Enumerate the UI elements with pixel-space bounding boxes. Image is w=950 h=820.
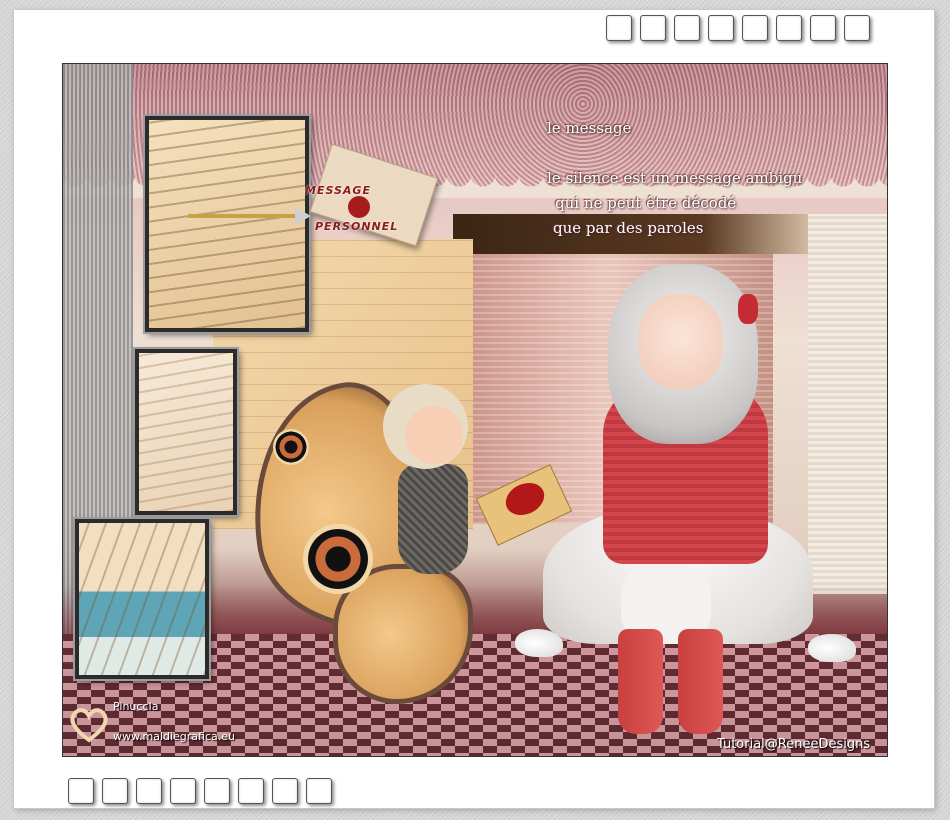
decor-square: [170, 778, 196, 804]
decor-square: [674, 15, 700, 41]
girl-face: [638, 294, 723, 389]
decor-square: [708, 15, 734, 41]
decor-square: [238, 778, 264, 804]
heart-logo-icon: [70, 708, 108, 743]
decor-square: [204, 778, 230, 804]
small-doll: [378, 384, 478, 584]
decor-squares-top: [606, 15, 870, 41]
message-title: le message: [547, 119, 632, 137]
wax-seal-icon: [348, 196, 370, 218]
decor-square: [272, 778, 298, 804]
red-boot: [618, 629, 663, 734]
white-dove: [808, 634, 856, 662]
decor-squares-bottom: [68, 778, 332, 804]
envelope-word-2: PERSONNEL: [315, 220, 399, 233]
photo-frame-letters: [145, 116, 309, 332]
photo-frame-lace: [135, 349, 237, 515]
white-dove: [515, 629, 563, 657]
arrow-head: [295, 207, 311, 225]
hair-bow: [738, 294, 758, 324]
arrow: [188, 214, 298, 218]
decor-square: [102, 778, 128, 804]
wing-eyespot: [273, 429, 309, 465]
watermark-name: PinuccIa: [113, 700, 159, 713]
red-boot: [678, 629, 723, 734]
decor-square: [640, 15, 666, 41]
right-panel: [808, 214, 887, 594]
decor-square: [742, 15, 768, 41]
doll-head: [383, 384, 468, 469]
decor-square: [136, 778, 162, 804]
decor-square: [68, 778, 94, 804]
doll-body: [398, 464, 468, 574]
watermark-url: www.maldiegrafica.eu: [113, 730, 235, 743]
envelope-word-1: MESSAGE: [305, 184, 371, 197]
decor-square: [844, 15, 870, 41]
message-line-2: qui ne peut être décodé: [555, 194, 737, 212]
wing-eyespot: [303, 524, 373, 594]
photo-frame-sea: [75, 519, 209, 679]
decor-square: [810, 15, 836, 41]
decor-square: [606, 15, 632, 41]
message-line-3: que par des paroles: [553, 219, 704, 237]
message-line-1: le silence est un message ambigu: [547, 169, 803, 187]
decor-square: [776, 15, 802, 41]
artwork: MESSAGE PERSONNEL le message le silence …: [63, 64, 887, 756]
tutorial-credit: Tutorial@ReneeDesigns: [717, 737, 871, 752]
decor-square: [306, 778, 332, 804]
